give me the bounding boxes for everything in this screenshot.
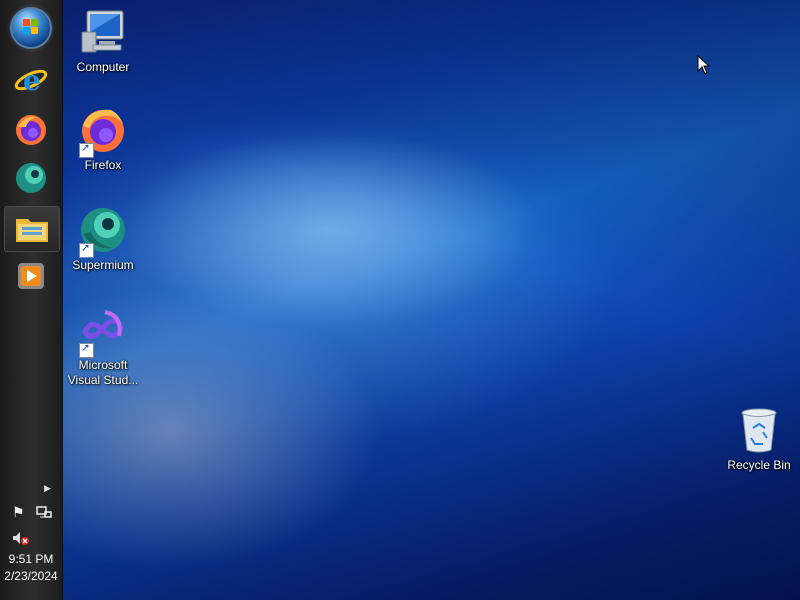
desktop-icon-visual-studio[interactable]: Microsoft Visual Stud... — [63, 306, 143, 388]
windows-orb-icon — [12, 9, 50, 47]
firefox-icon — [79, 106, 127, 158]
volume-muted-icon[interactable] — [12, 530, 30, 550]
desktop-icon-firefox[interactable]: Firefox — [63, 106, 143, 173]
shortcut-arrow-icon — [79, 341, 94, 358]
desktop-icon-label: Supermium — [72, 258, 134, 272]
taskbar-file-explorer[interactable] — [4, 206, 60, 252]
desktop-icon-recycle-bin[interactable]: Recycle Bin — [719, 406, 799, 473]
taskbar-media-player[interactable] — [4, 254, 58, 298]
taskbar-firefox[interactable] — [4, 108, 58, 152]
supermium-icon — [79, 206, 127, 258]
recycle-bin-icon — [735, 406, 783, 454]
network-icon[interactable] — [36, 505, 52, 525]
mouse-pointer-icon — [697, 55, 711, 75]
taskbar: e ▶ ⚑ 9:51 PM 2/23/2024 — [0, 0, 63, 600]
action-center-flag-icon[interactable]: ⚑ — [12, 505, 25, 521]
desktop-icon-label: Firefox — [84, 158, 122, 172]
desktop-icon-label: Computer — [76, 60, 130, 74]
taskbar-internet-explorer[interactable]: e — [4, 58, 58, 102]
internet-explorer-icon: e — [14, 64, 48, 97]
shortcut-arrow-icon — [79, 141, 94, 158]
computer-icon — [79, 8, 127, 56]
svg-text:e: e — [23, 64, 41, 97]
start-button[interactable] — [4, 6, 58, 50]
visual-studio-icon — [79, 306, 127, 358]
folder-icon — [16, 219, 48, 242]
clock-time[interactable]: 9:51 PM — [0, 552, 62, 566]
desktop-background[interactable] — [0, 0, 800, 600]
media-player-icon — [18, 263, 44, 289]
taskbar-supermium[interactable] — [4, 156, 58, 200]
desktop-icon-label: Microsoft Visual Stud... — [67, 358, 139, 387]
desktop-icon-computer[interactable]: Computer — [63, 8, 143, 75]
supermium-icon — [16, 163, 46, 193]
desktop-icon-supermium[interactable]: Supermium — [63, 206, 143, 273]
clock-date[interactable]: 2/23/2024 — [0, 569, 62, 583]
firefox-icon — [16, 115, 46, 145]
desktop-icon-label: Recycle Bin — [727, 458, 791, 472]
shortcut-arrow-icon — [79, 241, 94, 258]
show-hidden-icons-arrow[interactable]: ▶ — [44, 484, 51, 494]
